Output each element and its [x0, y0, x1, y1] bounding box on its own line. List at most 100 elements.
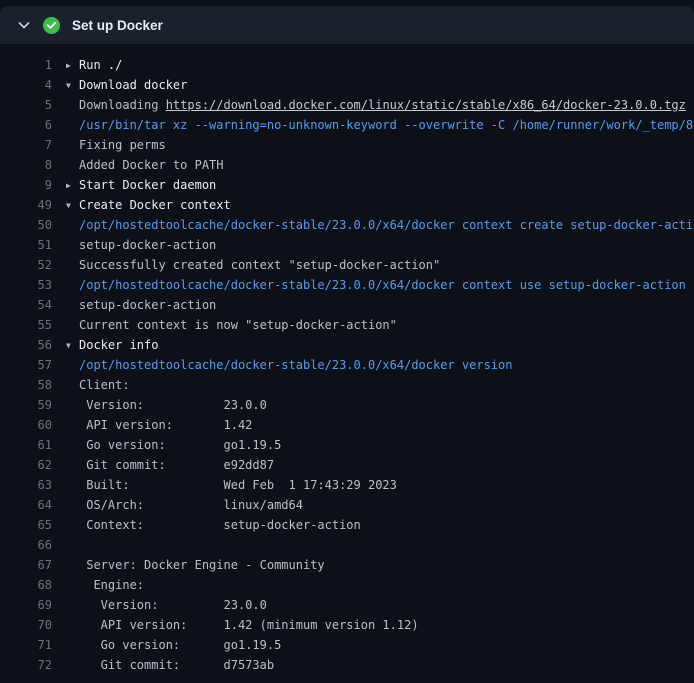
actions-log-viewer: Set up Docker 1▶Run ./4▼Download docker5… [0, 0, 694, 683]
log-line: 53/opt/hostedtoolcache/docker-stable/23.… [0, 275, 694, 295]
step-header[interactable]: Set up Docker [0, 6, 694, 44]
log-group-line[interactable]: 9▶Start Docker daemon [0, 175, 694, 195]
line-text: ▼Create Docker context [52, 195, 694, 215]
log-text: setup-docker-action [79, 238, 216, 252]
line-number[interactable]: 62 [0, 455, 52, 475]
line-number[interactable]: 9 [0, 175, 52, 195]
log-group-line[interactable]: 56▼Docker info [0, 335, 694, 355]
chevron-down-icon[interactable] [16, 17, 32, 33]
line-text: ▼Download docker [52, 75, 694, 95]
log-line: 66 [0, 535, 694, 555]
step-title: Set up Docker [72, 18, 163, 33]
line-number[interactable]: 67 [0, 555, 52, 575]
line-text: /opt/hostedtoolcache/docker-stable/23.0.… [52, 355, 694, 375]
line-text: Git commit: e92dd87 [52, 455, 694, 475]
log-line: 67 Server: Docker Engine - Community [0, 555, 694, 575]
line-number[interactable]: 59 [0, 395, 52, 415]
line-number[interactable]: 68 [0, 575, 52, 595]
log-text: /usr/bin/tar xz --warning=no-unknown-key… [79, 118, 694, 132]
line-number[interactable]: 8 [0, 155, 52, 175]
log-line: 60 API version: 1.42 [0, 415, 694, 435]
line-number[interactable]: 50 [0, 215, 52, 235]
line-text: Successfully created context "setup-dock… [52, 255, 694, 275]
expand-group-icon[interactable]: ▶ [66, 56, 79, 75]
line-number[interactable]: 5 [0, 95, 52, 115]
log-line: 5Downloading https://download.docker.com… [0, 95, 694, 115]
line-text: Server: Docker Engine - Community [52, 555, 694, 575]
line-text: Go version: go1.19.5 [52, 435, 694, 455]
log-line: 61 Go version: go1.19.5 [0, 435, 694, 455]
line-number[interactable]: 6 [0, 115, 52, 135]
line-number[interactable]: 71 [0, 635, 52, 655]
line-number[interactable]: 49 [0, 195, 52, 215]
line-number[interactable]: 4 [0, 75, 52, 95]
collapse-group-icon[interactable]: ▼ [66, 196, 79, 215]
log-line: 52 Successfully created context "setup-do… [0, 255, 694, 275]
log-line: 70 API version: 1.42 (minimum version 1.… [0, 615, 694, 635]
log-text: Client: [79, 378, 130, 392]
log-line: 65 Context: setup-docker-action [0, 515, 694, 535]
line-number[interactable]: 61 [0, 435, 52, 455]
log-group-line[interactable]: 4▼Download docker [0, 75, 694, 95]
line-number[interactable]: 54 [0, 295, 52, 315]
log-text: Successfully created context "setup-dock… [79, 258, 440, 272]
line-number[interactable]: 51 [0, 235, 52, 255]
log-text: Server: Docker Engine - Community [79, 558, 325, 572]
log-text: Docker info [79, 338, 158, 352]
line-text: Version: 23.0.0 [52, 595, 694, 615]
log-line: 7Fixing perms [0, 135, 694, 155]
log-text: Go version: go1.19.5 [79, 438, 281, 452]
log-line: 6/usr/bin/tar xz --warning=no-unknown-ke… [0, 115, 694, 135]
line-number[interactable]: 65 [0, 515, 52, 535]
line-number[interactable]: 52 [0, 255, 52, 275]
log-line: 72 Git commit: d7573ab [0, 655, 694, 675]
line-text: Added Docker to PATH [52, 155, 694, 175]
line-text [52, 535, 694, 555]
log-text: Run ./ [79, 58, 122, 72]
log-text: /opt/hostedtoolcache/docker-stable/23.0.… [79, 358, 512, 372]
log-text: API version: 1.42 [79, 418, 252, 432]
line-text: ▼Docker info [52, 335, 694, 355]
line-number[interactable]: 69 [0, 595, 52, 615]
line-number[interactable]: 7 [0, 135, 52, 155]
collapse-group-icon[interactable]: ▼ [66, 76, 79, 95]
line-text: Git commit: d7573ab [52, 655, 694, 675]
line-number[interactable]: 58 [0, 375, 52, 395]
line-number[interactable]: 60 [0, 415, 52, 435]
line-text: ▶Run ./ [52, 55, 694, 75]
log-text: Download docker [79, 78, 187, 92]
log-group-line[interactable]: 49▼Create Docker context [0, 195, 694, 215]
line-text: ▶Start Docker daemon [52, 175, 694, 195]
line-number[interactable]: 72 [0, 655, 52, 675]
line-number[interactable]: 66 [0, 535, 52, 555]
log-line: 58 Client: [0, 375, 694, 395]
log-line: 68 Engine: [0, 575, 694, 595]
log-text: Version: 23.0.0 [79, 598, 267, 612]
log-link[interactable]: https://download.docker.com/linux/static… [166, 98, 686, 112]
log-line: 54setup-docker-action [0, 295, 694, 315]
line-number[interactable]: 53 [0, 275, 52, 295]
line-text: Go version: go1.19.5 [52, 635, 694, 655]
log-lines: 1▶Run ./4▼Download docker5Downloading ht… [0, 55, 694, 675]
line-text: /opt/hostedtoolcache/docker-stable/23.0.… [52, 215, 694, 235]
line-text: Fixing perms [52, 135, 694, 155]
line-number[interactable]: 63 [0, 475, 52, 495]
expand-group-icon[interactable]: ▶ [66, 176, 79, 195]
line-number[interactable]: 55 [0, 315, 52, 335]
line-text: Context: setup-docker-action [52, 515, 694, 535]
line-number[interactable]: 64 [0, 495, 52, 515]
log-group-line[interactable]: 1▶Run ./ [0, 55, 694, 75]
log-text: /opt/hostedtoolcache/docker-stable/23.0.… [79, 278, 686, 292]
line-number[interactable]: 56 [0, 335, 52, 355]
line-number[interactable]: 70 [0, 615, 52, 635]
line-text: API version: 1.42 [52, 415, 694, 435]
collapse-group-icon[interactable]: ▼ [66, 336, 79, 355]
log-line: 64 OS/Arch: linux/amd64 [0, 495, 694, 515]
log-text: Start Docker daemon [79, 178, 216, 192]
log-text: OS/Arch: linux/amd64 [79, 498, 303, 512]
line-number[interactable]: 57 [0, 355, 52, 375]
log-line: 57/opt/hostedtoolcache/docker-stable/23.… [0, 355, 694, 375]
log-text: Built: Wed Feb 1 17:43:29 2023 [79, 478, 397, 492]
log-line: 59 Version: 23.0.0 [0, 395, 694, 415]
line-number[interactable]: 1 [0, 55, 52, 75]
